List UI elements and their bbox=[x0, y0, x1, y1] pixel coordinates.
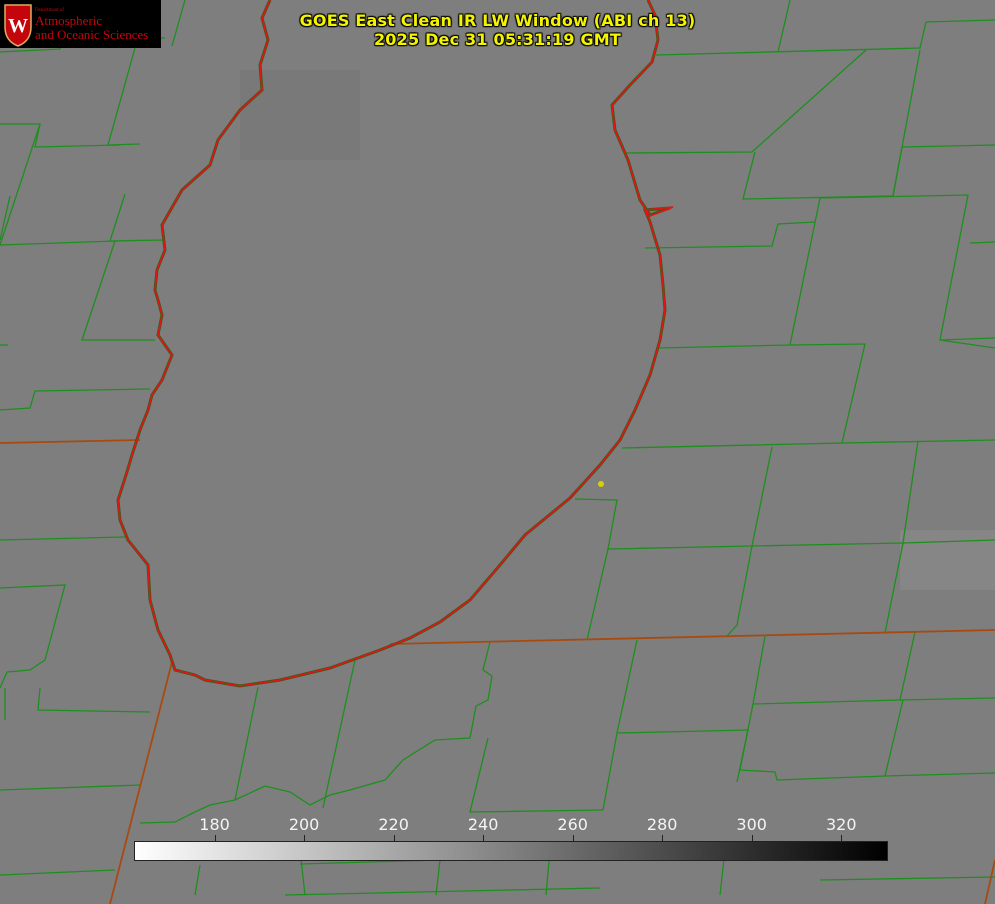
colorbar-tick-mark bbox=[304, 835, 305, 841]
location-marker bbox=[598, 481, 604, 487]
image-title: GOES East Clean IR LW Window (ABI ch 13) bbox=[299, 11, 696, 30]
colorbar-tick-label: 280 bbox=[646, 815, 678, 834]
ir-background bbox=[0, 0, 995, 904]
colorbar-tick-label: 240 bbox=[467, 815, 499, 834]
colorbar-tick-mark bbox=[483, 835, 484, 841]
colorbar-tick-mark bbox=[573, 835, 574, 841]
map-layer bbox=[0, 0, 995, 904]
colorbar-tick-label: 180 bbox=[199, 815, 230, 834]
colorbar-tick-mark bbox=[394, 835, 395, 841]
colorbar-tick-label: 200 bbox=[288, 815, 320, 834]
colorbar-tick-label: 220 bbox=[378, 815, 409, 834]
ir-cloud-patch bbox=[240, 70, 360, 160]
colorbar-tick-label: 300 bbox=[736, 815, 767, 834]
colorbar-tick-mark bbox=[662, 835, 663, 841]
colorbar-tick-label: 320 bbox=[825, 815, 857, 834]
satellite-image: W Department of Atmospheric and Oceanic … bbox=[0, 0, 995, 904]
colorbar-tick-label: 260 bbox=[557, 815, 588, 834]
ir-warm-patch bbox=[900, 530, 995, 590]
colorbar-tick-mark bbox=[215, 835, 216, 841]
colorbar-tick-mark bbox=[841, 835, 842, 841]
colorbar-tick-mark bbox=[752, 835, 753, 841]
colorbar bbox=[134, 841, 888, 861]
image-timestamp: 2025 Dec 31 05:31:19 GMT bbox=[373, 30, 622, 49]
